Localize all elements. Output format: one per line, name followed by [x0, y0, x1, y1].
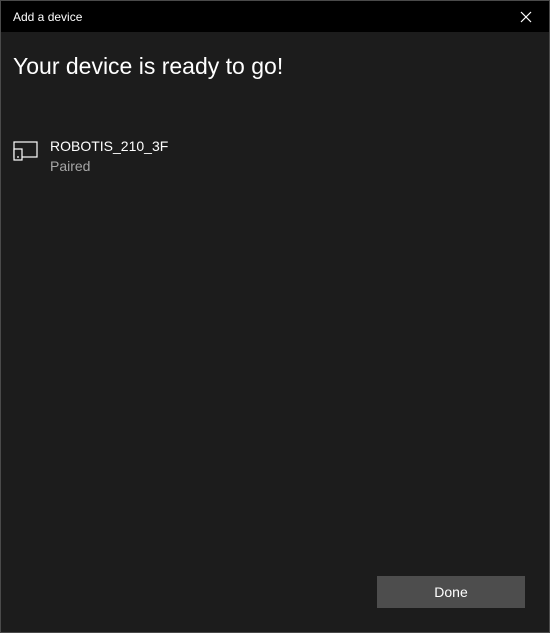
close-button[interactable]: [503, 1, 549, 32]
window-title: Add a device: [13, 10, 83, 24]
device-status: Paired: [50, 158, 91, 174]
title-bar: Add a device: [1, 1, 549, 32]
device-list-item: ROBOTIS_210_3F Paired: [13, 136, 313, 178]
device-name: ROBOTIS_210_3F: [50, 138, 169, 154]
done-button[interactable]: Done: [377, 576, 525, 608]
close-icon: [520, 11, 532, 22]
page-heading: Your device is ready to go!: [13, 53, 284, 79]
dialog-content: Your device is ready to go! ROBOTIS_210_…: [1, 32, 549, 632]
device-generic-icon: [13, 141, 38, 161]
add-device-window: Add a device Your device is ready to go!…: [0, 0, 550, 633]
